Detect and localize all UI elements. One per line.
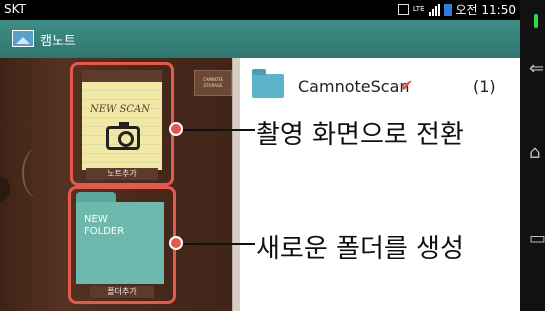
folder-icon: [252, 69, 284, 98]
sd-card-icon: [397, 4, 409, 15]
status-icons: LTE 오전 11:50: [397, 1, 516, 18]
carrier-label: SKT: [4, 2, 26, 16]
battery-icon: [443, 3, 452, 16]
callout-line-camera: [181, 129, 255, 131]
home-icon[interactable]: ⌂: [529, 142, 540, 163]
storage-tab[interactable]: CAMNOTE STORAGE: [194, 70, 232, 96]
back-icon[interactable]: ⇐: [529, 58, 544, 79]
screen: SKT LTE 오전 11:50 캠노트 CAMNOTE STORAGE NEW…: [0, 0, 545, 311]
highlight-box-note: [70, 62, 174, 186]
item-count: (1): [473, 77, 496, 96]
callout-dot-camera: [169, 122, 183, 136]
app-bar: 캠노트: [0, 20, 520, 58]
navigation-bar: ⇐ ⌂ ▭: [520, 0, 545, 311]
list-item[interactable]: CamnoteScan ✔ (1): [240, 64, 520, 108]
network-type: LTE: [412, 5, 425, 13]
callout-line-folder: [181, 243, 255, 245]
highlight-box-folder: [68, 186, 176, 304]
signal-icon: [428, 3, 440, 16]
check-icon: ✔: [400, 76, 414, 95]
notification-indicator: [534, 14, 538, 28]
status-bar: SKT LTE 오전 11:50: [0, 0, 520, 20]
callout-dot-folder: [169, 236, 183, 250]
app-icon[interactable]: [12, 30, 34, 47]
folder-list: CamnoteScan ✔ (1): [240, 58, 520, 311]
folder-name: CamnoteScan: [298, 77, 410, 96]
app-title: 캠노트: [40, 34, 76, 49]
drawer-handle[interactable]: [0, 176, 10, 202]
clock: 오전 11:50: [455, 3, 516, 17]
annotation-folder: 새로운 폴더를 생성: [256, 234, 464, 264]
recent-apps-icon[interactable]: ▭: [529, 228, 545, 249]
decorative-swirl: [22, 148, 54, 198]
annotation-camera: 촬영 화면으로 전환: [256, 120, 464, 150]
